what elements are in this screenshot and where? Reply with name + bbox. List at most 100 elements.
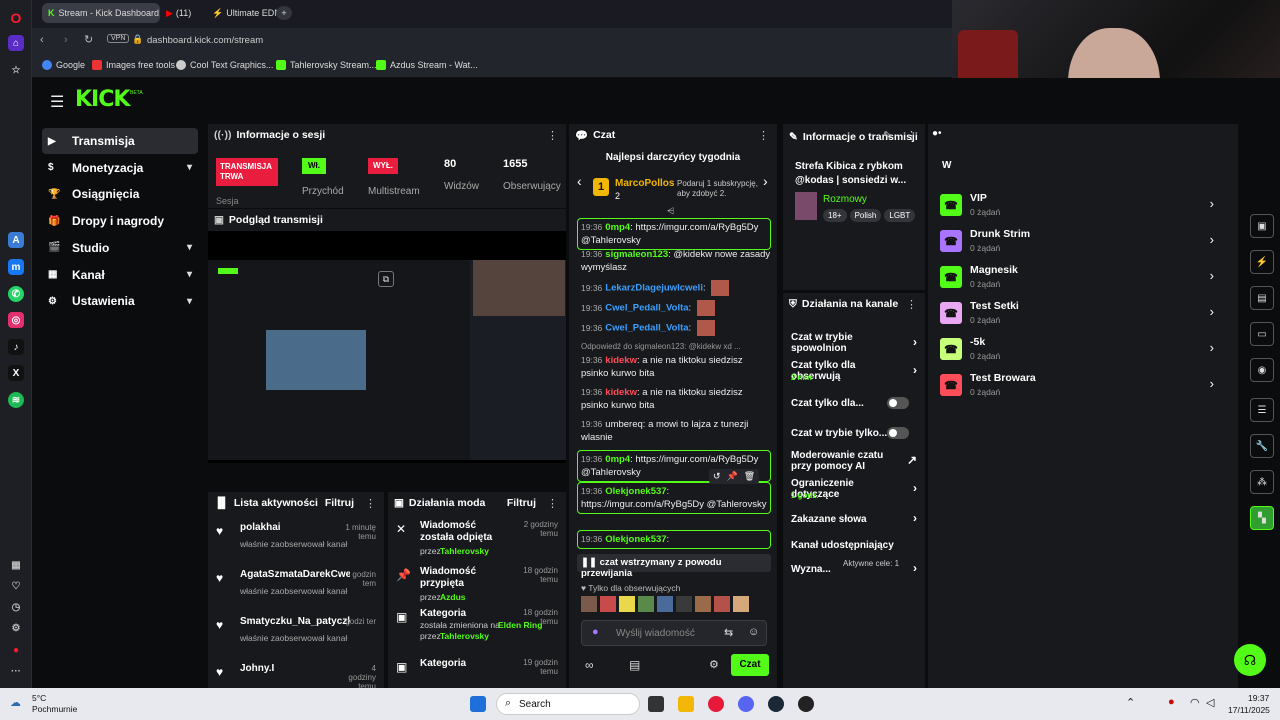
nav-item[interactable]: ▦ Kanał ▾ xyxy=(42,262,198,288)
chat-paused-banner[interactable]: ❚❚ czat wstrzymany z powodu przewijania xyxy=(577,554,771,579)
toggle-switch[interactable] xyxy=(887,427,909,439)
steam-icon[interactable] xyxy=(768,696,784,712)
stream-preview[interactable]: ⧉ xyxy=(208,260,566,460)
channel-action[interactable]: Moderowanie czatu przy pomocy AI ↗ xyxy=(791,449,917,473)
action-control[interactable]: › xyxy=(913,335,917,349)
chat-more-icon[interactable]: ⋮ xyxy=(758,129,769,142)
chat-message[interactable]: 19:36 kidekw: a nie na tiktoku siedzisz p… xyxy=(581,386,771,412)
obs-icon[interactable] xyxy=(798,696,814,712)
emote-icon[interactable] xyxy=(619,596,635,612)
translate-icon[interactable]: ⇆ xyxy=(724,626,733,639)
channel-action[interactable]: Czat tylko dla... xyxy=(791,391,917,415)
mod-by-user[interactable]: Azdus xyxy=(440,592,466,602)
emote-icon[interactable] xyxy=(733,596,749,612)
chat-message[interactable]: 19:36 umbereq: a mowi to lajza z tunezji … xyxy=(581,418,771,444)
users-icon[interactable]: ∞ xyxy=(585,658,594,672)
channel-action[interactable]: Ograniczenie dotyczące 1 godz. › xyxy=(791,477,917,501)
more-icon[interactable]: ··· xyxy=(8,663,24,679)
group-item[interactable]: ☎ Magnesik 0 żądań › xyxy=(940,262,1220,294)
new-tab-button[interactable]: + xyxy=(276,6,292,20)
focus-icon[interactable]: ▣ xyxy=(1250,214,1274,238)
support-headset-icon[interactable]: ☊ xyxy=(1234,644,1266,676)
activity-user[interactable]: Smatyczku_Na_patyczku xyxy=(240,616,350,627)
emote-icon[interactable] xyxy=(676,596,692,612)
start-icon[interactable] xyxy=(470,696,486,712)
mod-by-user[interactable]: Tahlerovsky xyxy=(440,546,489,556)
activity-filter-button[interactable]: Filtruj xyxy=(325,497,354,509)
action-control[interactable]: ↗ xyxy=(907,453,917,467)
message-user[interactable]: 0mp4 xyxy=(605,454,630,465)
opera-taskbar-icon[interactable] xyxy=(708,696,724,712)
message-user[interactable]: umbereq xyxy=(605,419,643,430)
channel-action[interactable]: Zakazane słowa › xyxy=(791,507,917,531)
messenger-icon[interactable]: m xyxy=(8,259,24,275)
vpn-badge[interactable]: VPN xyxy=(107,34,130,43)
emoji-icon[interactable]: ☺ xyxy=(748,626,759,638)
message-user[interactable]: Cwel_Pedall_Volta xyxy=(605,323,688,334)
channel-action[interactable]: Kanał udostępniający xyxy=(791,533,917,557)
prev-arrow-icon[interactable]: ‹ xyxy=(577,173,582,189)
emote-icon[interactable] xyxy=(600,596,616,612)
edit-icon[interactable]: ✎ xyxy=(883,129,892,142)
actions-more-icon[interactable]: ⋮ xyxy=(906,298,917,311)
app-icon[interactable]: A xyxy=(8,232,24,248)
folder-icon[interactable] xyxy=(678,696,694,712)
channel-action[interactable]: Czat w trybie tylko... xyxy=(791,421,917,445)
document-icon[interactable]: ▤ xyxy=(1250,286,1274,310)
message-user[interactable]: Olekjonek537 xyxy=(605,486,666,497)
star-icon[interactable]: ☆ xyxy=(8,62,24,78)
chat-message[interactable]: 19:36 Olekjonek537: xyxy=(577,530,771,549)
url-field[interactable]: dashboard.kick.com/stream xyxy=(147,35,263,46)
emote-icon[interactable] xyxy=(638,596,654,612)
nav-item[interactable]: $ Monetyzacja ▾ xyxy=(42,155,198,181)
channel-action[interactable]: Wyzna... Aktywne cele: 1 › xyxy=(791,557,917,581)
activity-user[interactable]: Johny.I xyxy=(240,663,350,674)
group-item[interactable]: ☎ Drunk Strim 0 żądań › xyxy=(940,226,1220,258)
chat-message[interactable]: 19:36 Cwel_Pedall_Volta: xyxy=(581,320,771,336)
chat-message[interactable]: 19:36 0mp4: https://imgur.com/a/RyBg5Dy @… xyxy=(577,218,771,250)
wifi-icon[interactable]: ◠ xyxy=(1190,696,1200,709)
mod-action-target[interactable]: Elden Ring xyxy=(498,620,542,630)
bookmark-images[interactable]: Images free tools xyxy=(92,60,175,70)
group-item[interactable]: ☎ Test Browara 0 żądań › xyxy=(940,370,1220,402)
nav-item[interactable]: ⚙ Ustawienia ▾ xyxy=(42,288,198,314)
wrench-icon[interactable]: 🔧 xyxy=(1250,434,1274,458)
chat-message[interactable]: 19:36 Olekjonek537: https://imgur.com/a/R… xyxy=(577,482,771,514)
home-icon[interactable]: ⌂ xyxy=(8,35,24,51)
tab-edm[interactable]: ⚡ Ultimate EDM xyxy=(206,3,278,23)
tray-chevron-icon[interactable]: ⌃ xyxy=(1126,696,1135,709)
opera-logo-icon[interactable]: O xyxy=(8,10,24,26)
game-icon[interactable]: ▚ xyxy=(1250,506,1274,530)
tab-youtube[interactable]: ▶ (11) xyxy=(160,3,206,23)
chat-message[interactable]: 19:36 Cwel_Pedall_Volta: xyxy=(581,300,771,316)
top-gifter-name[interactable]: MarcoPollos xyxy=(615,178,674,189)
storage-icon[interactable]: ☰ xyxy=(1250,398,1274,422)
message-user[interactable]: kidekw xyxy=(605,387,637,398)
mic-tray-icon[interactable]: ● xyxy=(1168,696,1175,708)
back-icon[interactable]: ‹ xyxy=(40,34,44,46)
mic-icon[interactable]: ● xyxy=(592,626,599,638)
mod-more-icon[interactable]: ⋮ xyxy=(547,497,558,510)
discord-icon[interactable] xyxy=(738,696,754,712)
message-user[interactable]: Olekjonek537 xyxy=(605,534,666,545)
settings-icon[interactable]: ⚙ xyxy=(8,620,24,636)
action-control[interactable]: › xyxy=(913,481,917,495)
message-user[interactable]: Cwel_Pedall_Volta xyxy=(605,303,688,314)
store-icon[interactable]: ▤ xyxy=(629,658,640,672)
bookmark-cooltext[interactable]: Cool Text Graphics... xyxy=(176,60,273,70)
pin-icon[interactable]: 📌 xyxy=(727,471,738,482)
channel-action[interactable]: Czat tylko dla obserwują 2 min › xyxy=(791,359,917,383)
popout-icon[interactable]: ⧉ xyxy=(378,271,394,287)
chat-bubble-icon[interactable]: ▭ xyxy=(1250,322,1274,346)
message-user[interactable]: 0mp4 xyxy=(605,222,630,233)
instagram-icon[interactable]: ◎ xyxy=(8,312,24,328)
group-item[interactable]: ☎ -5k 0 żądań › xyxy=(940,334,1220,366)
action-control[interactable]: › xyxy=(913,561,917,575)
nav-item[interactable]: ▶ Transmisja xyxy=(42,128,198,154)
hamburger-icon[interactable]: ☰ xyxy=(50,92,64,112)
reload-icon[interactable]: ↻ xyxy=(84,33,93,46)
whatsapp-icon[interactable]: ✆ xyxy=(8,286,24,302)
x-icon[interactable]: X xyxy=(8,365,24,381)
action-control[interactable]: › xyxy=(913,511,917,525)
vpn-icon[interactable]: ● xyxy=(8,642,24,658)
